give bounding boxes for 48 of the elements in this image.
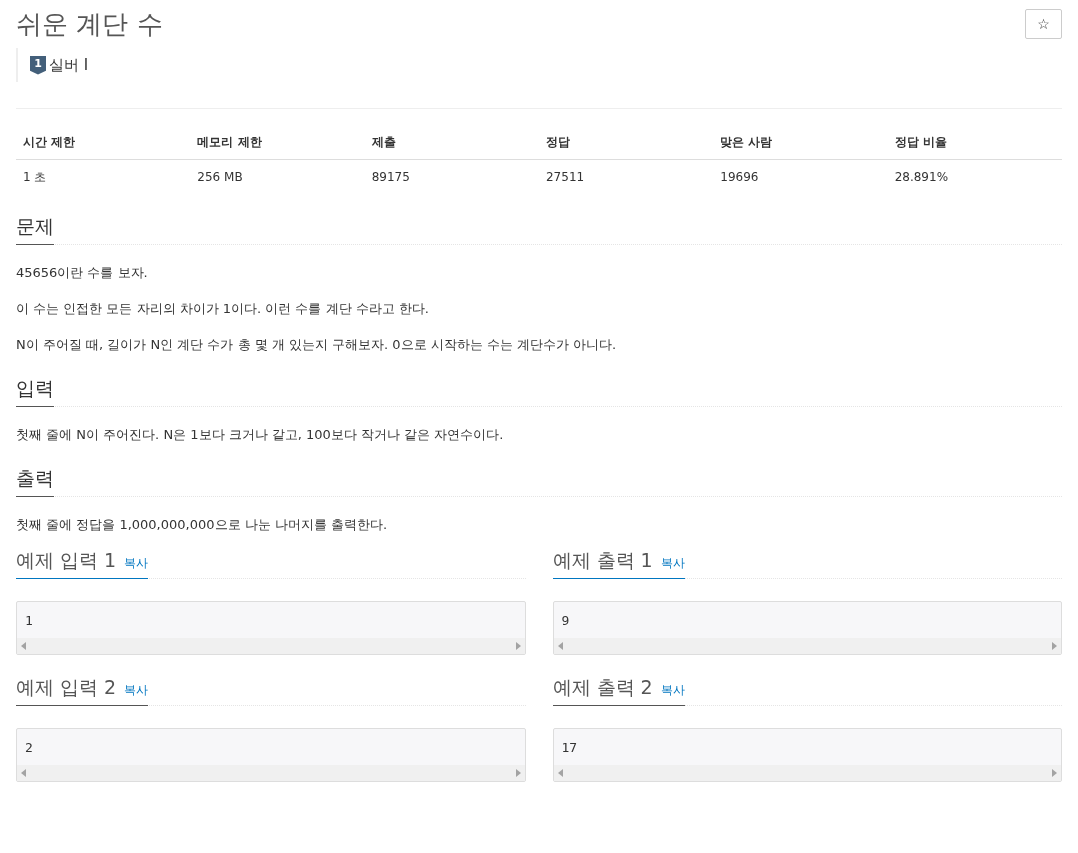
paragraph: 첫째 줄에 N이 주어진다. N은 1보다 크거나 같고, 100보다 작거나 같은 자연수이다. [16,426,505,444]
scrollbar[interactable] [17,638,525,654]
right-arrow-icon[interactable] [515,642,521,650]
right-arrow-icon[interactable] [515,769,521,777]
sample-heading: 예제 출력 1 [552,548,653,572]
table-cell: 89175 [364,159,539,194]
table-cell: 256 MB [190,159,365,194]
tier-label: 실버 I [49,54,89,76]
copy-link[interactable]: 복사 [124,554,149,572]
sample-text: 1 [24,612,34,630]
section-heading: 출력 [16,466,54,497]
sample-heading: 예제 입력 1 [16,548,117,572]
column-header: 제출 [364,125,539,160]
table-cell: 1 초 [16,159,191,194]
column-header: 메모리 제한 [190,125,365,160]
section-heading: 입력 [16,376,54,407]
sample-heading: 예제 출력 2 [552,675,653,699]
tier-badge-icon: 1 [30,55,46,75]
sample-text: 17 [560,739,579,757]
scrollbar[interactable] [17,765,525,781]
copy-link[interactable]: 복사 [660,681,685,699]
paragraph: 45656이란 수를 보자. [16,264,149,282]
star-button[interactable]: ☆ [1025,9,1062,39]
paragraph: 첫째 줄에 정답을 1,000,000,000으로 나눈 나머지를 출력한다. [16,516,389,534]
left-arrow-icon[interactable] [557,642,563,650]
table-cell: 27511 [539,159,714,194]
left-arrow-icon[interactable] [21,642,26,650]
column-header: 정답 비율 [887,125,1062,160]
scrollbar[interactable] [553,638,1061,654]
left-arrow-icon[interactable] [557,769,563,777]
right-arrow-icon[interactable] [1052,642,1057,650]
right-arrow-icon[interactable] [1052,769,1057,777]
problem-title: 쉬운 계단 수 [16,8,163,41]
sample-text: 9 [560,612,571,630]
left-arrow-icon[interactable] [21,769,26,777]
copy-link[interactable]: 복사 [660,554,685,572]
column-header: 맞은 사람 [713,125,888,160]
copy-link[interactable]: 복사 [124,681,149,699]
column-header: 시간 제한 [16,125,191,160]
paragraph: N이 주어질 때, 길이가 N인 계단 수가 총 몇 개 있는지 구해보자. 0으로 시작하는 수는 계단수가 아니다. [16,336,618,354]
paragraph: 이 수는 인접한 모든 자리의 차이가 1이다. 이런 수를 계단 수라고 한다. [16,300,430,318]
sample-heading: 예제 입력 2 [16,675,117,699]
scrollbar[interactable] [553,765,1061,781]
section-heading: 문제 [16,214,54,245]
sample-text: 2 [24,739,34,757]
table-cell: 28.891% [887,159,1062,194]
table-cell: 19696 [713,159,888,194]
column-header: 정답 [539,125,714,160]
